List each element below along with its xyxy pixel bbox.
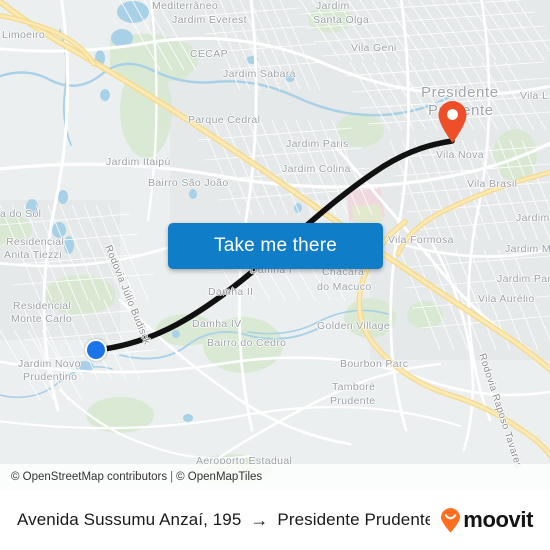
arrow-right-icon: →: [250, 510, 269, 530]
origin-dot-marker[interactable]: [85, 339, 107, 361]
map-pin-icon: [438, 101, 467, 143]
attribution-osm[interactable]: © OpenStreetMap contributors: [11, 471, 167, 483]
moovit-wordmark: moovit: [463, 507, 533, 532]
map-attribution: © OpenStreetMap contributors | © OpenMapTi…: [0, 464, 550, 490]
route-summary: Avenida Sussumu Anzaí, 195 → Presidente …: [17, 510, 430, 530]
route-destination-label: Presidente Prudente: [277, 510, 431, 529]
attribution-openmaptiles[interactable]: © OpenMapTiles: [176, 471, 262, 483]
moovit-logo[interactable]: moovit: [440, 507, 533, 533]
route-origin-label: Avenida Sussumu Anzaí, 195: [17, 510, 242, 529]
attribution-separator: |: [170, 471, 174, 483]
take-me-there-button[interactable]: Take me there: [168, 223, 383, 269]
footer-bar: Avenida Sussumu Anzaí, 195 → Presidente …: [0, 490, 550, 550]
moovit-map-screen: Limoeiro Mediterrâneo Jardim Everest Jardim…: [0, 0, 550, 550]
map-canvas[interactable]: Limoeiro Mediterrâneo Jardim Everest Jardim…: [0, 0, 550, 490]
destination-pin-marker[interactable]: [437, 100, 468, 144]
moovit-pin-icon: [441, 507, 461, 532]
